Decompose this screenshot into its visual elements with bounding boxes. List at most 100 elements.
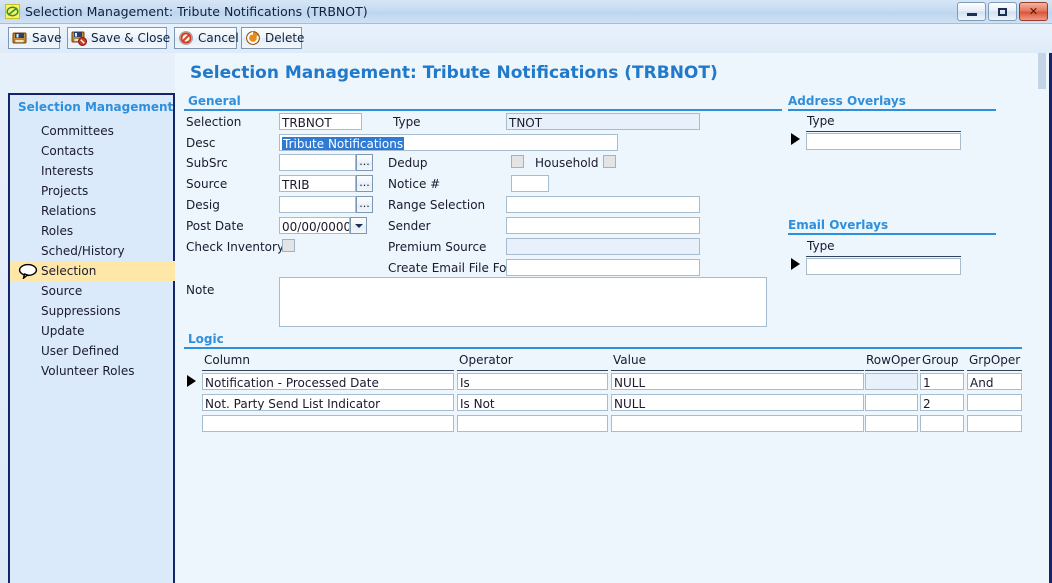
save-icon xyxy=(12,30,28,46)
household-checkbox[interactable] xyxy=(603,155,616,168)
logic-row-rowoper-input[interactable] xyxy=(865,415,918,432)
dedup-label: Dedup xyxy=(388,156,428,170)
desc-input-value: Tribute Notifications xyxy=(282,137,405,151)
post-date-dropdown-button[interactable] xyxy=(350,217,367,234)
create-email-file-input[interactable] xyxy=(506,259,700,276)
logic-row-grpoper-input[interactable] xyxy=(967,415,1022,432)
logic-row-group-input[interactable]: 1 xyxy=(920,373,964,390)
sender-input[interactable] xyxy=(506,217,700,234)
selection-label: Selection xyxy=(186,115,242,129)
logic-row-operator-input[interactable]: Is xyxy=(457,373,608,390)
close-button[interactable]: ✕ xyxy=(1019,2,1048,21)
logic-row-rowoper-input[interactable] xyxy=(865,394,918,411)
logic-row-value-input[interactable]: NULL xyxy=(611,373,864,390)
toolbar: Save Save & Close Cancel Delete xyxy=(0,24,1052,53)
subsrc-lookup-button[interactable]: ... xyxy=(356,154,373,171)
maximize-button[interactable] xyxy=(988,2,1017,21)
minimize-icon xyxy=(958,3,985,20)
save-and-close-button[interactable]: Save & Close xyxy=(67,27,171,49)
logic-row-rowoper-input[interactable] xyxy=(865,373,918,390)
post-date-input[interactable]: 00/00/0000 xyxy=(279,217,350,234)
cancel-button-label: Cancel xyxy=(198,31,239,45)
range-selection-input[interactable] xyxy=(506,196,700,213)
save-button[interactable]: Save xyxy=(8,27,61,49)
address-overlay-type-label: Type xyxy=(807,114,835,128)
logic-row-column-input[interactable] xyxy=(202,415,454,432)
source-label: Source xyxy=(186,177,228,191)
logic-header-column-rule xyxy=(202,370,454,371)
sender-label: Sender xyxy=(388,219,431,233)
cancel-button[interactable]: Cancel xyxy=(174,27,239,49)
selection-input[interactable]: TRBNOT xyxy=(279,113,362,130)
logic-row-group-input[interactable]: 2 xyxy=(920,394,964,411)
address-overlay-type-input[interactable] xyxy=(806,133,961,150)
check-inventory-label: Check Inventory xyxy=(186,240,285,254)
sidebar: Selection Management Committees Contacts… xyxy=(8,93,177,583)
premium-source-input[interactable] xyxy=(506,238,700,255)
logic-header-group: Group xyxy=(922,353,959,367)
sidebar-item-source[interactable]: Source xyxy=(10,281,173,301)
sidebar-item-committees[interactable]: Committees xyxy=(10,121,173,141)
desig-label: Desig xyxy=(186,198,220,212)
notice-number-input[interactable] xyxy=(511,175,549,192)
sidebar-item-roles[interactable]: Roles xyxy=(10,221,173,241)
post-date-label: Post Date xyxy=(186,219,244,233)
sidebar-item-selection[interactable]: Selection xyxy=(10,261,177,281)
sidebar-item-contacts[interactable]: Contacts xyxy=(10,141,173,161)
sidebar-item-label: Source xyxy=(41,284,83,298)
notice-number-label: Notice # xyxy=(388,177,441,191)
save-and-close-button-label: Save & Close xyxy=(91,31,171,45)
application-window: Selection Management: Tribute Notificati… xyxy=(0,0,1052,583)
email-overlay-type-input[interactable] xyxy=(806,258,961,275)
desig-lookup-button[interactable]: ... xyxy=(356,196,373,213)
speech-bubble-icon xyxy=(18,263,38,281)
logic-row-column-input[interactable]: Notification - Processed Date xyxy=(202,373,454,390)
sidebar-item-interests[interactable]: Interests xyxy=(10,161,173,181)
desc-input[interactable]: Tribute Notifications xyxy=(279,134,618,151)
source-lookup-button[interactable]: ... xyxy=(356,175,373,192)
logic-header-column: Column xyxy=(204,353,250,367)
email-overlay-type-label: Type xyxy=(807,239,835,253)
note-textarea[interactable] xyxy=(279,277,767,327)
address-overlay-row-marker xyxy=(791,133,800,145)
logic-row-value-input[interactable] xyxy=(611,415,864,432)
sidebar-item-label: Committees xyxy=(41,124,114,138)
desig-input[interactable] xyxy=(279,196,356,213)
delete-button[interactable]: Delete xyxy=(241,27,304,49)
logic-header-operator-rule xyxy=(457,370,608,371)
page-title: Selection Management: Tribute Notificati… xyxy=(190,63,718,83)
logic-row-value-input[interactable]: NULL xyxy=(611,394,864,411)
logic-row-grpoper-input[interactable]: And xyxy=(967,373,1022,390)
sidebar-item-suppressions[interactable]: Suppressions xyxy=(10,301,173,321)
type-input[interactable]: TNOT xyxy=(506,113,700,130)
sidebar-item-relations[interactable]: Relations xyxy=(10,201,173,221)
email-overlays-rule xyxy=(788,233,996,235)
minimize-button[interactable] xyxy=(957,2,986,21)
logic-header-value-rule xyxy=(611,370,864,371)
logic-row-column-input[interactable]: Not. Party Send List Indicator xyxy=(202,394,454,411)
sidebar-title: Selection Management xyxy=(18,100,174,114)
logic-header-rowoper: RowOper xyxy=(866,353,921,367)
type-label: Type xyxy=(393,115,421,129)
sidebar-item-user-defined[interactable]: User Defined xyxy=(10,341,173,361)
dedup-checkbox[interactable] xyxy=(511,155,524,168)
check-inventory-checkbox[interactable] xyxy=(282,239,295,252)
logic-section-heading: Logic xyxy=(188,332,224,346)
close-icon: ✕ xyxy=(1028,5,1039,18)
vertical-scrollbar-thumb[interactable] xyxy=(1038,53,1046,89)
cancel-icon xyxy=(178,30,194,46)
sidebar-item-sched-history[interactable]: Sched/History xyxy=(10,241,173,261)
logic-row-operator-input[interactable] xyxy=(457,415,608,432)
logic-header-group-rule xyxy=(920,370,964,371)
logic-row-marker xyxy=(187,375,196,387)
logic-row-operator-input[interactable]: Is Not xyxy=(457,394,608,411)
logic-row-grpoper-input[interactable] xyxy=(967,394,1022,411)
logic-header-value: Value xyxy=(613,353,646,367)
subsrc-input[interactable] xyxy=(279,154,356,171)
logic-row-group-input[interactable] xyxy=(920,415,964,432)
sidebar-item-update[interactable]: Update xyxy=(10,321,173,341)
source-input[interactable]: TRIB xyxy=(279,175,356,192)
sidebar-item-label: User Defined xyxy=(41,344,119,358)
sidebar-item-projects[interactable]: Projects xyxy=(10,181,173,201)
sidebar-item-volunteer-roles[interactable]: Volunteer Roles xyxy=(10,361,173,381)
